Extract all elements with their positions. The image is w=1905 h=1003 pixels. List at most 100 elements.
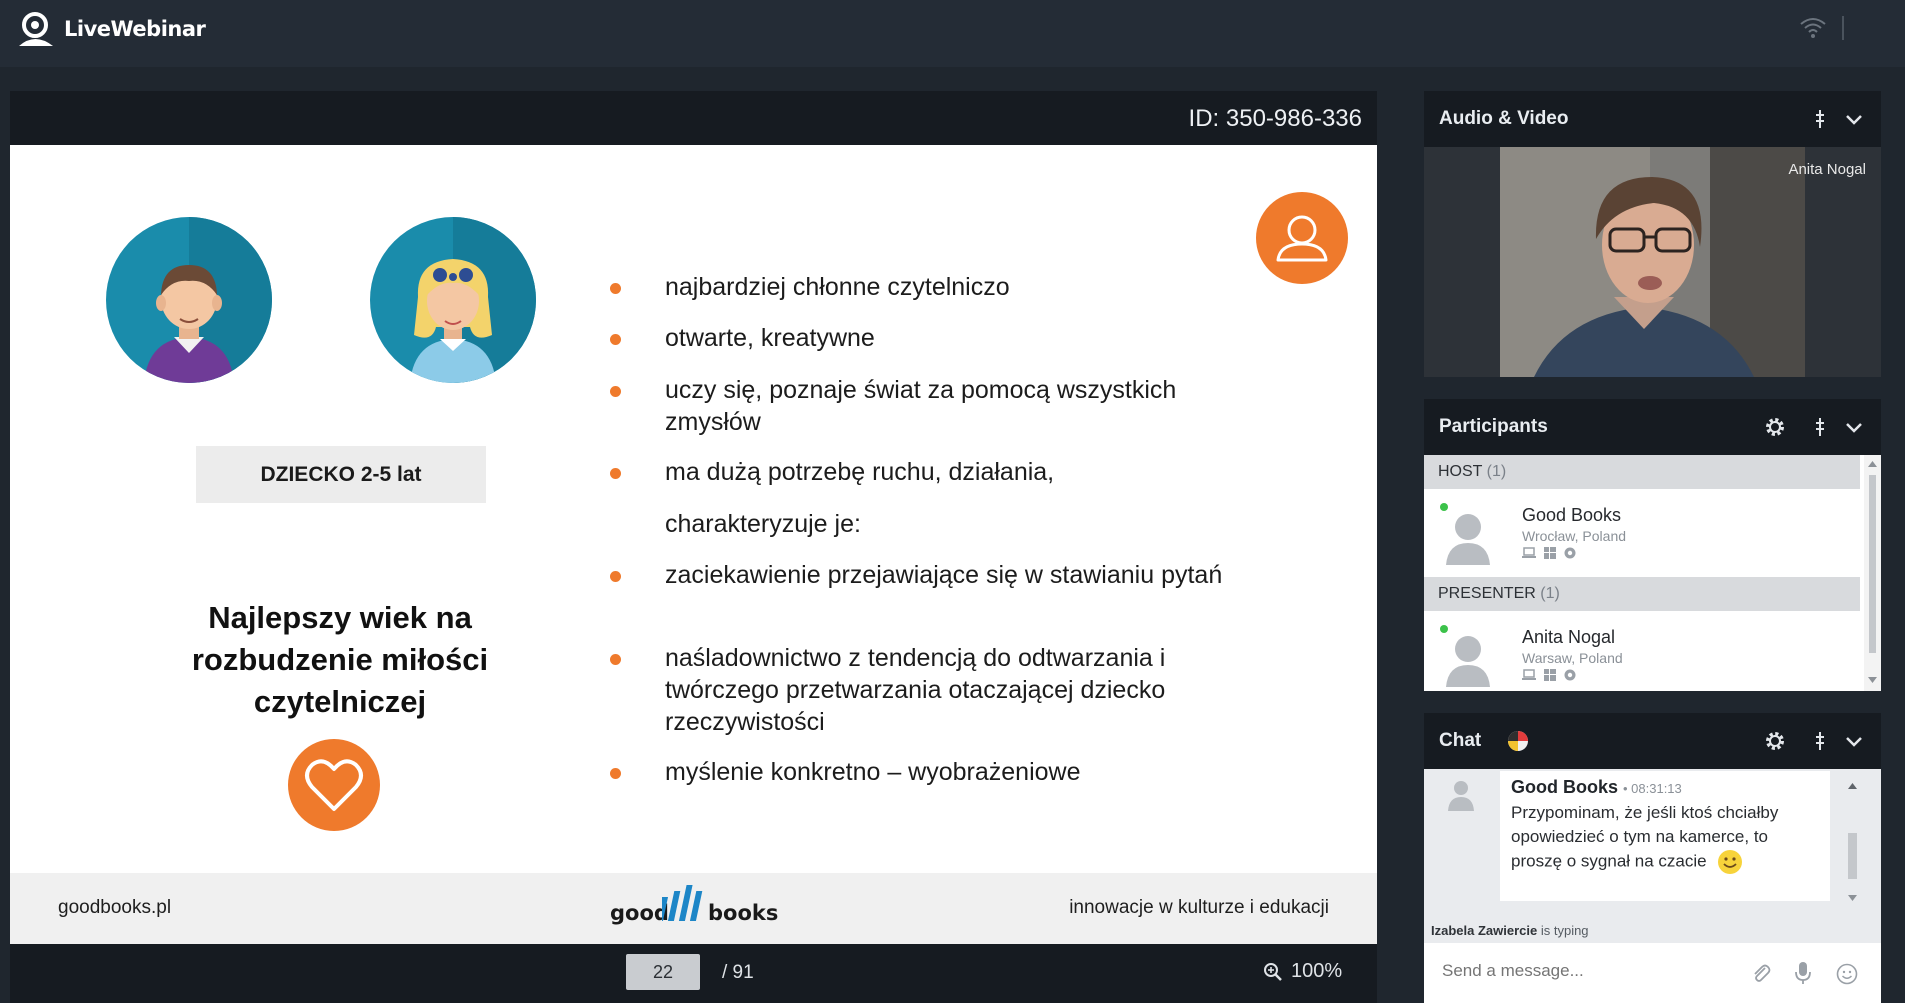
girl-avatar-icon	[370, 217, 536, 383]
headline-line: Najlepszy wiek na	[208, 600, 472, 635]
footer-website: goodbooks.pl	[58, 897, 172, 918]
age-group-label: DZIECKO 2-5 lat	[196, 446, 486, 503]
bullet-text: uczy się, poznaje świat za pomocą wszyst…	[665, 376, 1177, 436]
presentation-slide: DZIECKO 2-5 lat Najlepszy wiek na rozbud…	[10, 145, 1377, 944]
user-avatar-icon	[1448, 781, 1474, 811]
laptop-icon	[1522, 669, 1536, 680]
message-author: Good Books	[1511, 777, 1618, 797]
bullet-dot	[610, 768, 621, 779]
typing-suffix: is typing	[1537, 923, 1589, 938]
webcam-feed-image	[1424, 147, 1881, 377]
emoji-palette-icon[interactable]	[1506, 729, 1530, 753]
livewebinar-logo-icon	[19, 12, 53, 46]
chat-message: Good Books • 08:31:13 Przypominam, że je…	[1500, 771, 1830, 901]
participant-group-host: HOST (1)	[1424, 455, 1860, 489]
browser-icon	[1564, 669, 1576, 681]
chevron-down-icon[interactable]	[1842, 107, 1866, 131]
chat-panel-header: Chat	[1424, 713, 1881, 769]
laptop-icon	[1522, 547, 1536, 558]
speaker-name-label: Anita Nogal	[1788, 161, 1866, 178]
chevron-down-icon[interactable]	[1842, 729, 1866, 753]
zoom-control[interactable]: 100%	[1263, 960, 1342, 983]
bullet-dot	[610, 283, 621, 294]
chat-scrollbar[interactable]	[1844, 777, 1861, 907]
footer-tagline: innowacje w kulturze i edukacji	[1069, 897, 1329, 918]
bullet-text: najbardziej chłonne czytelniczo	[665, 273, 1010, 301]
pin-panel-icon[interactable]	[1808, 729, 1832, 753]
user-avatar-icon	[1438, 503, 1496, 565]
microphone-icon[interactable]	[1794, 961, 1812, 985]
message-time: • 08:31:13	[1623, 781, 1682, 796]
boy-avatar-icon	[106, 217, 272, 383]
presentation-header: ID: 350-986-336	[10, 91, 1377, 145]
browser-icon	[1564, 547, 1576, 559]
logo-word-good: good	[610, 901, 669, 925]
windows-icon	[1544, 669, 1556, 681]
group-count: (1)	[1486, 463, 1507, 480]
attachment-paperclip-icon[interactable]	[1750, 963, 1772, 985]
page-total: / 91	[722, 962, 754, 983]
right-sidebar: Audio & Video Anita Nogal Participants H…	[1400, 67, 1905, 1003]
participant-name: Good Books	[1522, 505, 1622, 525]
presentation-controls: 22 / 91 100%	[10, 944, 1377, 1003]
pin-panel-icon[interactable]	[1808, 415, 1832, 439]
participants-list: HOST (1) Good Books Wrocław, Poland PRES…	[1424, 455, 1881, 691]
participant-location: Warsaw, Poland	[1522, 650, 1623, 666]
chat-message-input[interactable]	[1442, 961, 1742, 981]
audio-video-panel-header: Audio & Video	[1424, 91, 1881, 147]
bullet-text: ma dużą potrzebę ruchu, działania,	[665, 458, 1055, 486]
audio-video-title: Audio & Video	[1439, 108, 1569, 129]
bullet-dot	[610, 571, 621, 582]
chat-title: Chat	[1439, 730, 1482, 751]
heart-icon	[288, 739, 380, 831]
participant-name: Anita Nogal	[1522, 627, 1616, 647]
slide-headline: Najlepszy wiek na rozbudzenie miłości cz…	[140, 597, 540, 723]
chat-send-bar	[1424, 943, 1881, 1003]
connection-wifi-icon	[1800, 18, 1826, 38]
group-label: HOST	[1438, 463, 1483, 480]
windows-icon	[1544, 547, 1556, 559]
zoom-level: 100%	[1291, 960, 1343, 982]
gear-icon[interactable]	[1763, 415, 1787, 439]
participants-panel-header: Participants	[1424, 399, 1881, 455]
online-status-dot	[1440, 625, 1448, 633]
chat-body: Good Books • 08:31:13 Przypominam, że je…	[1424, 769, 1881, 1003]
slide-footer: goodbooks.pl good books innowacje w kult…	[10, 873, 1377, 944]
pin-panel-icon[interactable]	[1808, 107, 1832, 131]
top-bar: LiveWebinar	[0, 0, 1905, 67]
participant-location: Wrocław, Poland	[1522, 528, 1627, 544]
presentation-area: ID: 350-986-336 DZIECKO 2-5 lat Najlepsz…	[0, 67, 1400, 1003]
app-logo[interactable]: LiveWebinar	[16, 10, 206, 48]
participants-scrollbar[interactable]	[1864, 455, 1881, 691]
message-text: Przypominam, że jeśli ktoś chciałby opow…	[1511, 801, 1811, 875]
headline-line: rozbudzenie miłości	[191, 642, 489, 677]
user-avatar-icon	[1438, 625, 1496, 687]
logo-books-mark-icon	[662, 885, 703, 921]
bullet-text: myślenie konkretno – wyobrażeniowe	[665, 758, 1081, 786]
participant-row[interactable]: Anita Nogal Warsaw, Poland	[1424, 611, 1860, 691]
webcam-video[interactable]: Anita Nogal	[1424, 147, 1881, 377]
headline-line: czytelniczej	[253, 684, 427, 719]
smiley-emoji-icon	[1718, 850, 1743, 874]
participant-group-presenter: PRESENTER (1)	[1424, 577, 1860, 611]
gear-icon[interactable]	[1763, 729, 1787, 753]
chevron-down-icon[interactable]	[1842, 415, 1866, 439]
group-count: (1)	[1540, 585, 1560, 602]
current-page-input[interactable]: 22	[626, 954, 700, 990]
app-brand-name: LiveWebinar	[64, 17, 206, 41]
goodbooks-logo: good books	[600, 881, 780, 933]
participant-row[interactable]: Good Books Wrocław, Poland	[1424, 489, 1860, 577]
webinar-id: ID: 350-986-336	[1188, 105, 1362, 132]
participant-device-icons	[1522, 669, 1576, 681]
bullet-text: charakteryzuje je:	[665, 510, 861, 538]
online-status-dot	[1440, 503, 1448, 511]
logo-word-books: books	[708, 901, 779, 925]
group-label: PRESENTER	[1438, 585, 1536, 602]
bullet-dot	[610, 654, 621, 665]
bullet-dot	[610, 386, 621, 397]
person-icon	[1256, 192, 1348, 284]
participant-device-icons	[1522, 547, 1576, 559]
emoji-picker-icon[interactable]	[1836, 963, 1858, 985]
bullet-text: zaciekawienie przejawiające się w stawia…	[665, 561, 1223, 589]
typing-indicator: Izabela Zawiercie is typing	[1431, 923, 1589, 938]
